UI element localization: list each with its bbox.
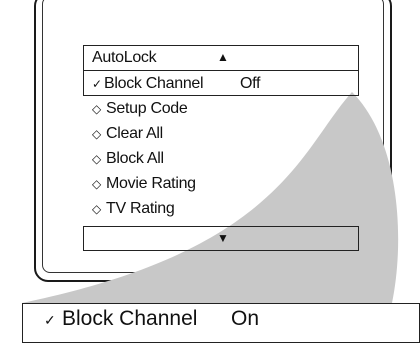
- zoomed-block-channel-row: ✓ Block Channel On: [22, 303, 420, 343]
- menu-item-movie-rating[interactable]: ◇ Movie Rating: [83, 171, 359, 196]
- menu-item-label: Movie Rating: [106, 175, 196, 192]
- autolock-menu: AutoLock ▲ ✓ Block Channel Off ◇ Setup Cod…: [83, 45, 359, 221]
- checkmark-icon: ✓: [92, 77, 102, 91]
- diamond-icon: ◇: [92, 177, 101, 191]
- menu-header[interactable]: AutoLock ▲: [83, 45, 359, 71]
- checkmark-icon: ✓: [44, 312, 56, 328]
- menu-item-block-all[interactable]: ◇ Block All: [83, 146, 359, 171]
- up-arrow-icon[interactable]: ▲: [217, 46, 229, 69]
- zoomed-item-value: On: [231, 307, 260, 330]
- menu-item-block-channel[interactable]: ✓ Block Channel Off: [83, 71, 359, 96]
- down-arrow-icon[interactable]: ▼: [217, 231, 229, 245]
- menu-item-label: Block All: [106, 150, 164, 167]
- menu-header-label: AutoLock: [92, 49, 157, 66]
- diamond-icon: ◇: [92, 152, 101, 166]
- menu-item-label: Clear All: [106, 125, 163, 142]
- menu-item-label: Block Channel: [104, 75, 204, 92]
- zoomed-item-label: Block Channel: [62, 307, 198, 330]
- block-channel-value: Off: [240, 75, 261, 92]
- menu-item-setup-code[interactable]: ◇ Setup Code: [83, 96, 359, 121]
- diamond-icon: ◇: [92, 127, 101, 141]
- menu-item-label: TV Rating: [106, 200, 175, 217]
- menu-item-label: Setup Code: [106, 100, 188, 117]
- diamond-icon: ◇: [92, 102, 101, 116]
- menu-item-clear-all[interactable]: ◇ Clear All: [83, 121, 359, 146]
- diamond-icon: ◇: [92, 202, 101, 216]
- menu-footer[interactable]: ▼: [83, 226, 359, 251]
- menu-item-tv-rating[interactable]: ◇ TV Rating: [83, 196, 359, 221]
